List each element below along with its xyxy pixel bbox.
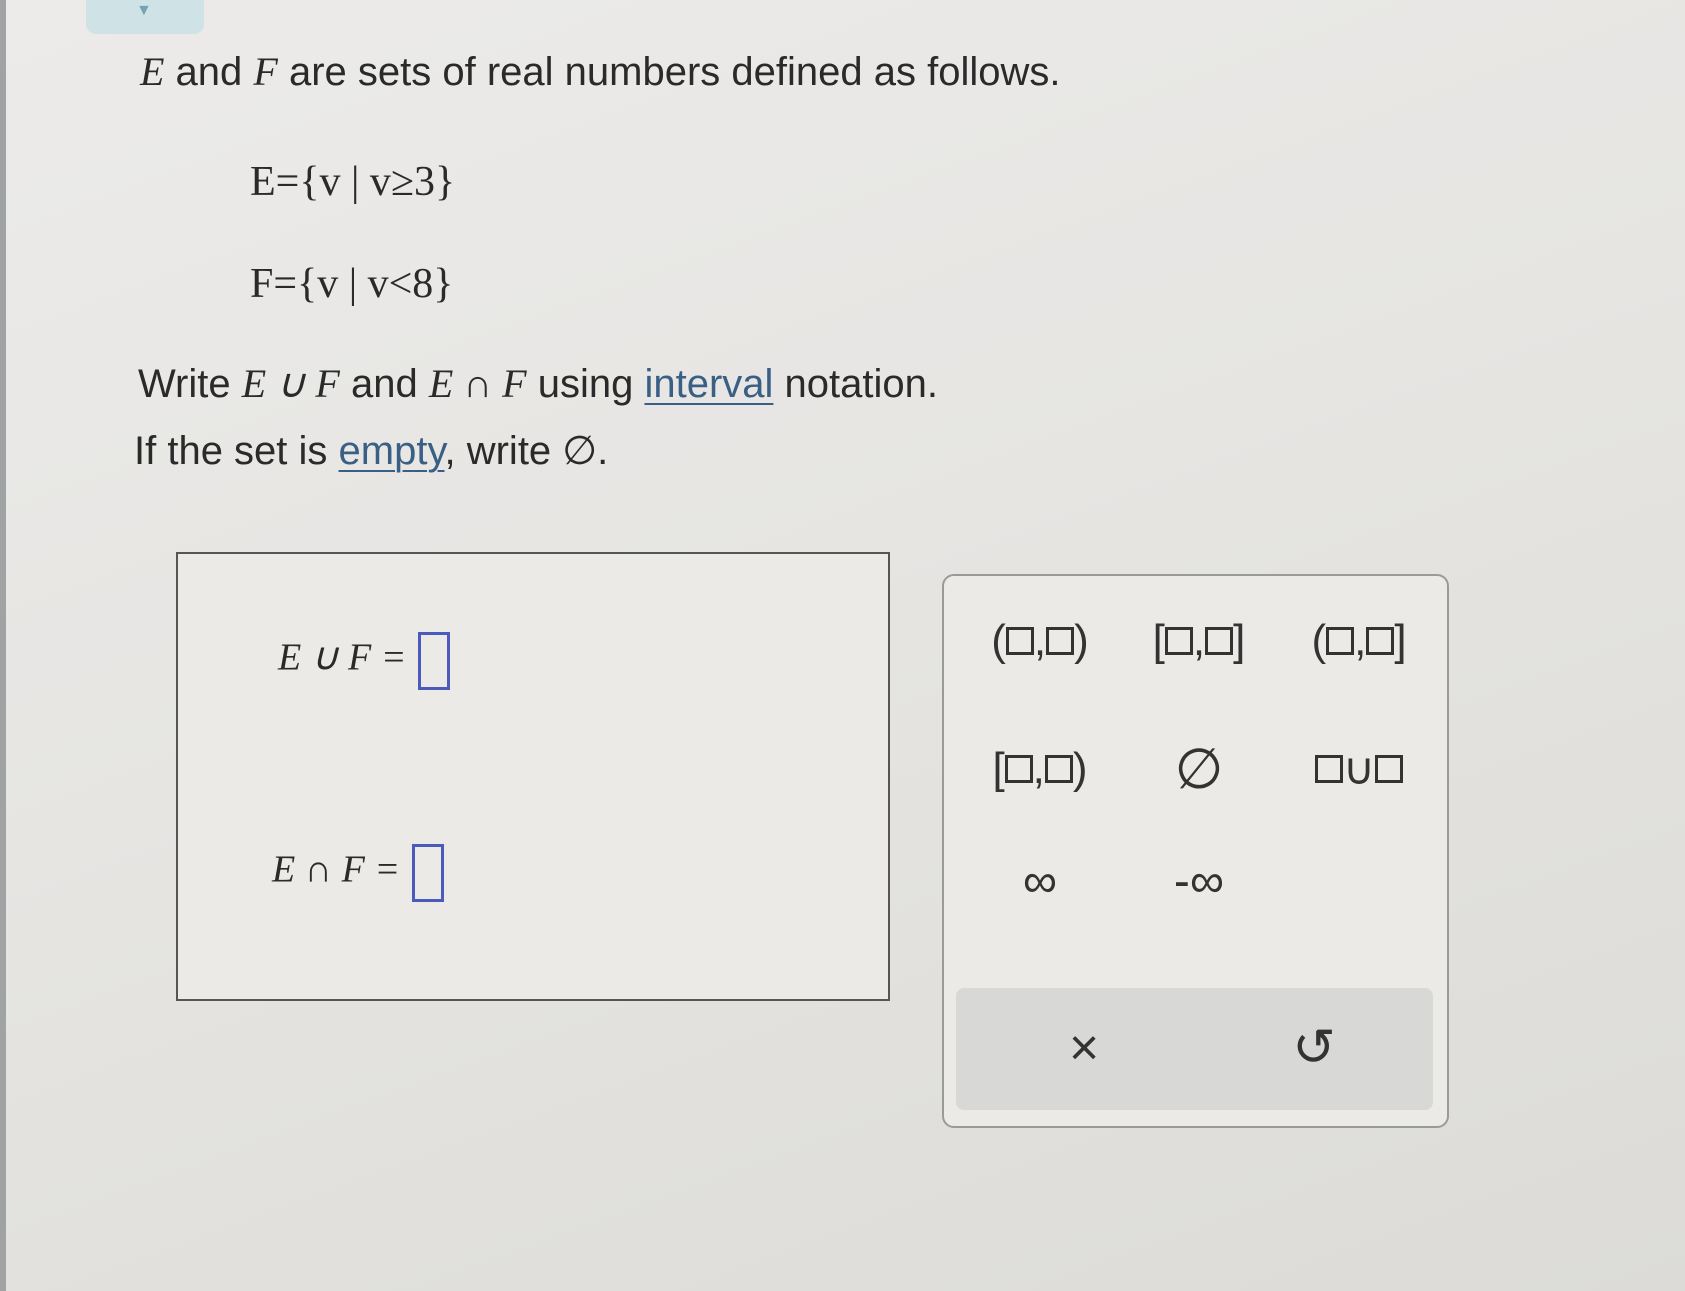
empty-set-icon: ∅ bbox=[1174, 737, 1224, 800]
placeholder-box-icon bbox=[1314, 755, 1343, 783]
infinity-button[interactable]: ∞ bbox=[970, 846, 1110, 916]
open-closed-interval-button[interactable]: (,] bbox=[1289, 606, 1429, 676]
negative-infinity-button[interactable]: -∞ bbox=[1129, 846, 1269, 916]
empty-set-button[interactable]: ∅ bbox=[1129, 734, 1269, 804]
intersection-label: E ∩ F = bbox=[272, 848, 401, 891]
intersection-answer-input[interactable] bbox=[412, 844, 445, 902]
set-f-definition: F={v | v<8} bbox=[250, 261, 454, 307]
union-button[interactable]: ∪ bbox=[1289, 734, 1429, 804]
answer-box: E ∪ F = E ∩ F = bbox=[176, 552, 890, 1001]
keypad-actions: × ↺ bbox=[956, 988, 1433, 1110]
union-label: E ∪ F = bbox=[278, 636, 407, 679]
intersection-expression: E ∩ F bbox=[428, 361, 527, 406]
undo-icon: ↺ bbox=[1292, 1019, 1336, 1077]
placeholder-box-icon bbox=[1046, 627, 1075, 655]
problem-intro: E and F are sets of real numbers defined… bbox=[140, 49, 1061, 94]
interval-link[interactable]: interval bbox=[644, 362, 773, 406]
placeholder-box-icon bbox=[1044, 755, 1073, 783]
closed-closed-interval-button[interactable]: [,] bbox=[1129, 606, 1269, 676]
instruction-line: Write E ∪ F and E ∩ F using interval not… bbox=[138, 361, 938, 406]
intersection-answer-row: E ∩ F = bbox=[272, 844, 445, 902]
close-icon: × bbox=[1068, 1019, 1100, 1077]
empty-link[interactable]: empty bbox=[339, 429, 445, 473]
clear-button[interactable]: × bbox=[1024, 1008, 1144, 1088]
placeholder-box-icon bbox=[1366, 627, 1395, 655]
undo-button[interactable]: ↺ bbox=[1254, 1008, 1374, 1088]
left-edge bbox=[0, 0, 6, 1291]
placeholder-box-icon bbox=[1205, 627, 1234, 655]
placeholder-box-icon bbox=[1004, 755, 1033, 783]
union-answer-input[interactable] bbox=[418, 632, 451, 690]
top-tab[interactable]: ▼ bbox=[86, 0, 204, 34]
union-answer-row: E ∪ F = bbox=[278, 632, 451, 690]
placeholder-box-icon bbox=[1326, 627, 1355, 655]
negative-infinity-icon: -∞ bbox=[1173, 854, 1225, 908]
infinity-icon: ∞ bbox=[1022, 854, 1058, 908]
closed-open-interval-button[interactable]: [,) bbox=[970, 734, 1110, 804]
placeholder-box-icon bbox=[1164, 627, 1193, 655]
placeholder-box-icon bbox=[1375, 755, 1404, 783]
set-e-definition: E={v | v≥3} bbox=[250, 159, 456, 205]
chevron-down-icon: ▼ bbox=[136, 2, 152, 19]
set-e-symbol: E bbox=[140, 49, 165, 94]
open-open-interval-button[interactable]: (,) bbox=[970, 606, 1110, 676]
union-expression: E ∪ F bbox=[241, 361, 340, 406]
placeholder-box-icon bbox=[1005, 627, 1034, 655]
empty-instruction-line: If the set is empty, write ∅. bbox=[134, 429, 609, 473]
keypad: (,) [,] (,] [,) ∅ ∪ ∞ -∞ × ↺ bbox=[942, 574, 1449, 1128]
set-f-symbol: F bbox=[253, 49, 278, 94]
